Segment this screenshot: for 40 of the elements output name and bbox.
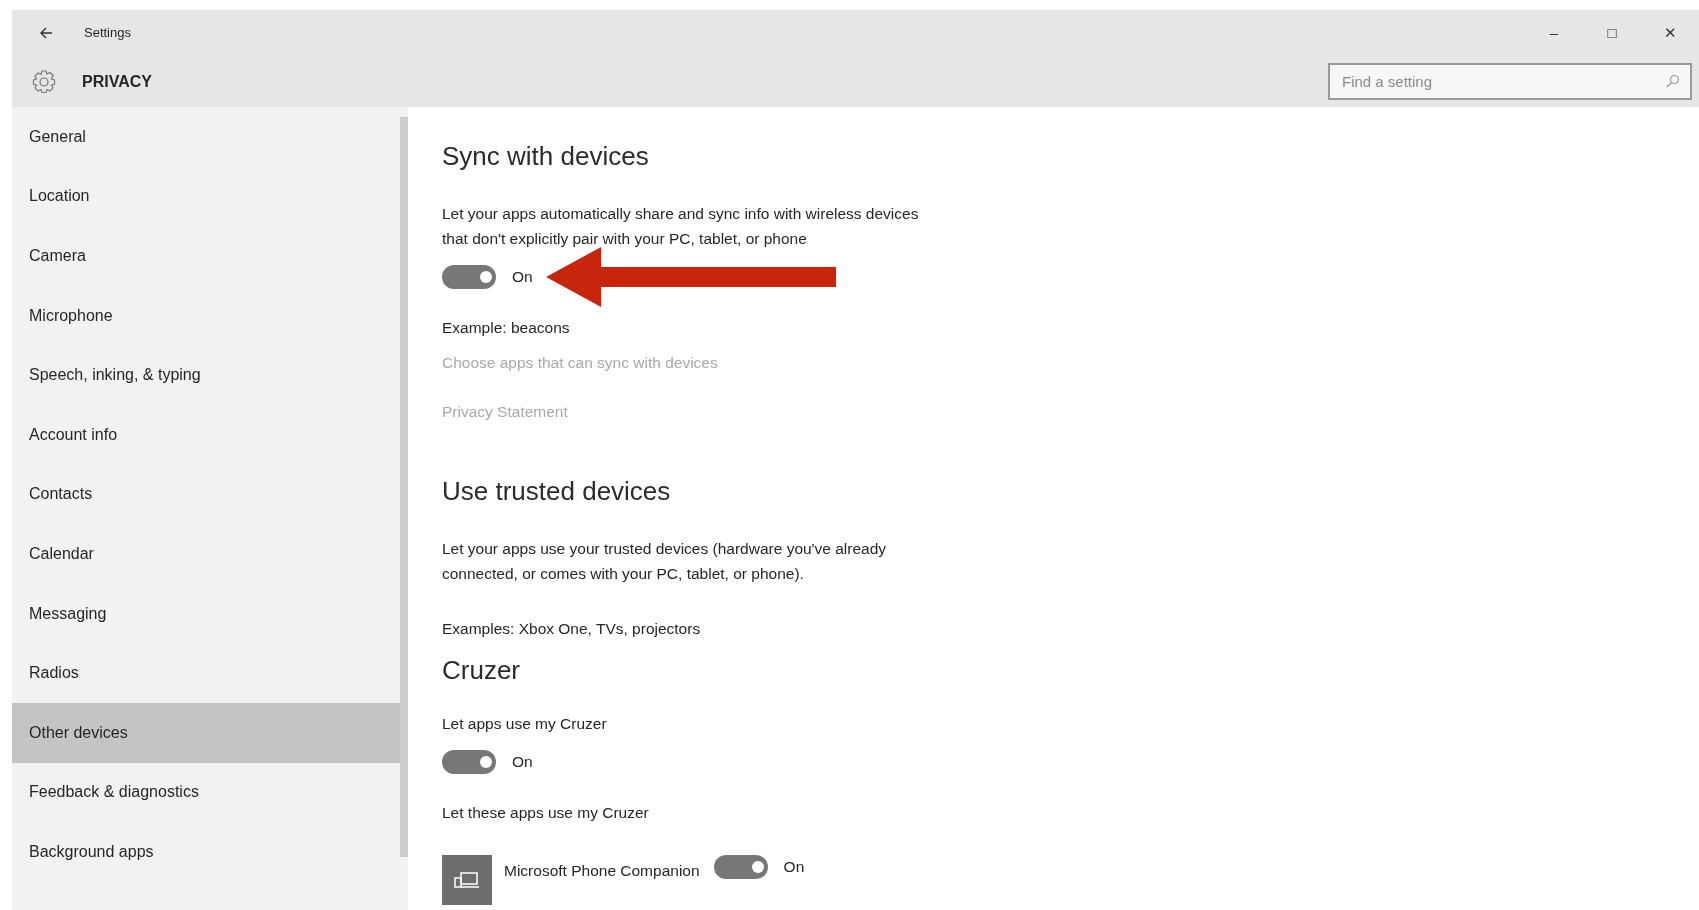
section-heading: Cruzer	[442, 654, 521, 687]
search-field[interactable]: Find a setting	[1328, 63, 1692, 100]
description-text: Let apps use my Cruzer	[442, 714, 608, 734]
sidebar-item[interactable]: Other devices	[12, 702, 400, 763]
sidebar-item[interactable]: Background apps	[12, 822, 400, 882]
description-text: Let your apps automatically share and sync info with wireless devices that don't explicitly pair with your PC, tablet, or phone	[442, 204, 920, 249]
toggle-switch[interactable]	[442, 265, 496, 289]
sidebar-item[interactable]: Contacts	[12, 464, 400, 525]
description-text: Let these apps use my Cruzer	[442, 803, 650, 823]
app-icon	[442, 855, 492, 905]
sidebar-item[interactable]: Location	[12, 166, 400, 227]
description-text: Example: beacons	[442, 318, 571, 338]
description-text: Let your apps use your trusted devices (hardware you've already connected, or comes with your PC, tablet, or phone).	[442, 539, 888, 584]
window-title: Settings	[84, 24, 131, 43]
sidebar-item[interactable]: Radios	[12, 643, 400, 703]
sidebar-item[interactable]: Microphone	[12, 285, 400, 346]
sidebar-item[interactable]: General	[12, 107, 400, 167]
restore-button[interactable]: □	[1583, 15, 1641, 51]
sidebar-item[interactable]: Calendar	[12, 524, 400, 584]
section-heading: Sync with devices	[442, 140, 650, 173]
sidebar-item[interactable]: Feedback & diagnostics	[12, 762, 400, 823]
toggle-label: On	[783, 857, 805, 878]
toggle-switch[interactable]	[442, 750, 496, 774]
scrollbar[interactable]	[400, 117, 408, 857]
close-button[interactable]: ✕	[1641, 15, 1699, 51]
sidebar-item[interactable]: Camera	[12, 226, 400, 286]
toggle-label: On	[512, 752, 533, 773]
minimize-button[interactable]: –	[1525, 15, 1583, 51]
section-heading: Use trusted devices	[442, 475, 672, 508]
settings-icon	[30, 67, 58, 96]
toggle-switch[interactable]	[713, 855, 768, 879]
description-text: Examples: Xbox One, TVs, projectors	[442, 619, 702, 639]
sidebar-item[interactable]: Account info	[12, 404, 400, 465]
toggle-label: On	[512, 267, 533, 288]
back-icon[interactable]	[38, 25, 54, 41]
search-icon[interactable]	[1666, 74, 1680, 88]
page-title: PRIVACY	[82, 71, 152, 92]
app-name: Microsoft Phone Companion	[504, 861, 700, 881]
sidebar-item[interactable]: Speech, inking, & typing	[12, 345, 400, 405]
sidebar-item[interactable]: Messaging	[12, 583, 400, 644]
